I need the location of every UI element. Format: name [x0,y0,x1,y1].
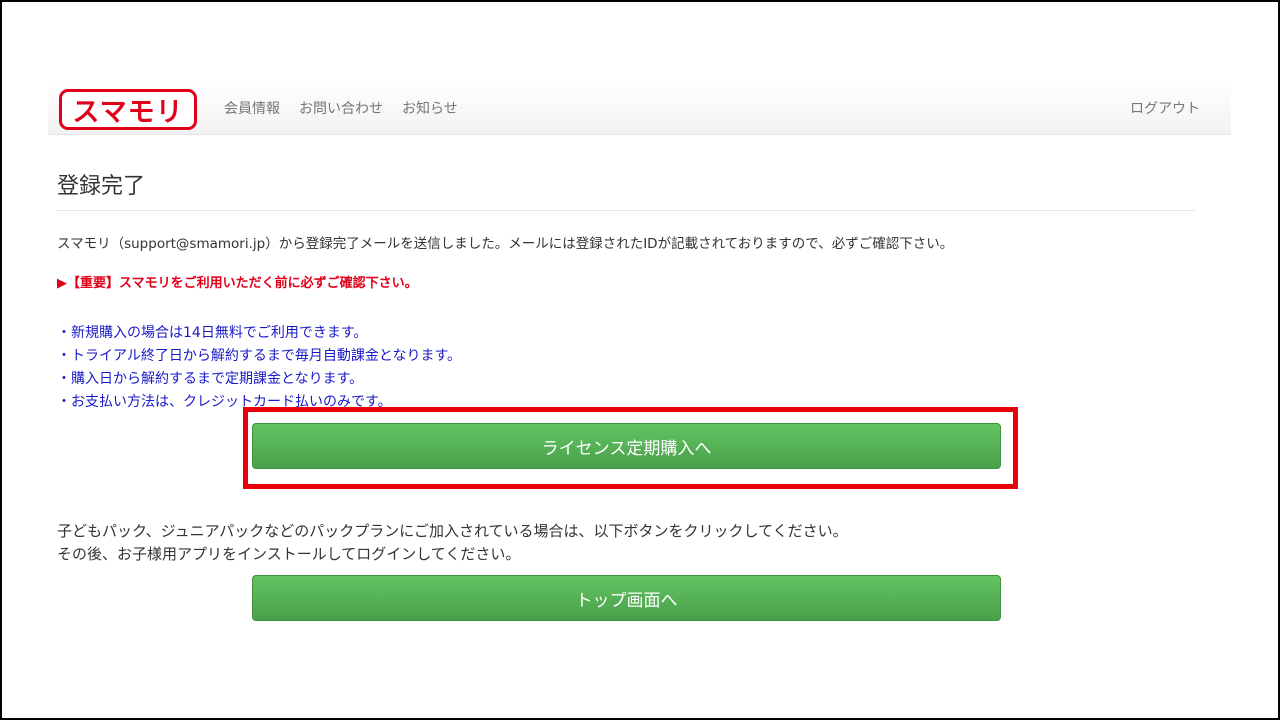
nav-links: 会員情報 お問い合わせ お知らせ [224,98,458,118]
nav-contact[interactable]: お問い合わせ [299,98,383,118]
nav-news[interactable]: お知らせ [402,98,458,118]
info-item-auto-billing: ・トライアル終了日から解約するまで毎月自動課金となります。 [57,348,462,364]
smamori-logo[interactable]: スマモリ [59,89,197,130]
highlight-box [243,407,1018,489]
important-notice: ▶【重要】スマモリをご利用いただく前に必ずご確認下さい。 [57,276,418,291]
info-item-trial: ・新規購入の場合は14日無料でご利用できます。 [57,325,368,341]
purchase-info-list: ・新規購入の場合は14日無料でご利用できます。 ・トライアル終了日から解約するま… [57,322,461,414]
top-page-button[interactable]: トップ画面へ [252,575,1001,621]
top-navbar: スマモリ 会員情報 お問い合わせ お知らせ ログアウト [48,80,1231,135]
pack-instruction-1: 子どもパック、ジュニアパックなどのパックプランにご加入されている場合は、以下ボタ… [57,522,848,540]
page-title: 登録完了 [57,174,146,199]
nav-member-info[interactable]: 会員情報 [224,98,280,118]
pack-instruction-2: その後、お子様用アプリをインストールしてログインしてください。 [57,545,521,563]
confirmation-message: スマモリ（support@smamori.jp）から登録完了メールを送信しました… [57,236,954,252]
title-divider [57,210,1195,211]
info-item-periodic-billing: ・購入日から解約するまで定期課金となります。 [57,371,364,387]
logout-link[interactable]: ログアウト [1130,98,1200,118]
